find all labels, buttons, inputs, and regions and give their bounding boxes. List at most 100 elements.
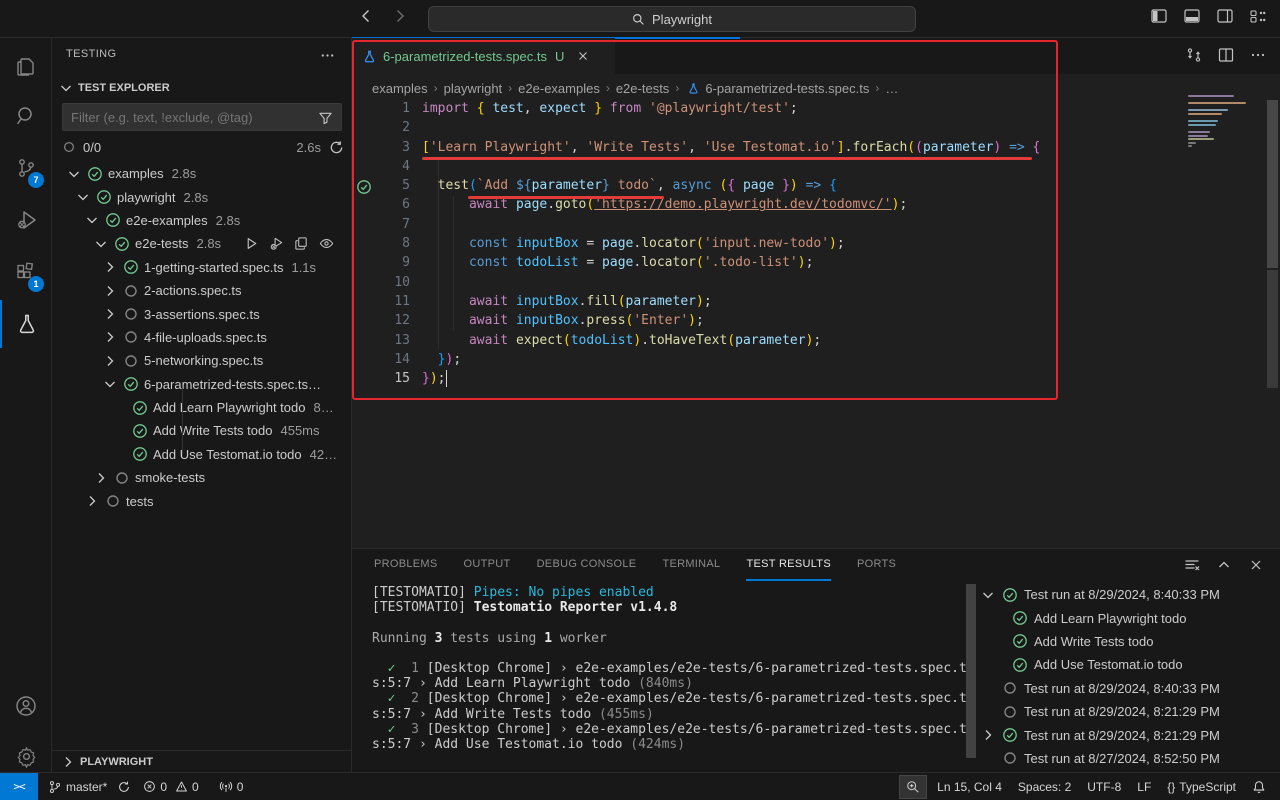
code-line-7[interactable] (422, 215, 1040, 234)
breadcrumb[interactable]: examples›playwright›e2e-examples›e2e-tes… (372, 78, 898, 98)
open-changes-icon[interactable] (1186, 47, 1202, 63)
testing-icon[interactable] (0, 300, 52, 348)
cursor-position-item[interactable]: Ln 15, Col 4 (931, 780, 1008, 794)
breadcrumb-item[interactable]: e2e-tests (616, 81, 669, 96)
eol-item[interactable]: LF (1131, 780, 1157, 794)
more-actions-icon[interactable] (1250, 47, 1266, 63)
tree-item-5-networking-spec-ts[interactable]: 5-networking.spec.ts (52, 349, 352, 372)
code-line-5[interactable]: test(`Add ${parameter} todo`, async ({ p… (422, 176, 1040, 195)
panel-tab-debug-console[interactable]: DEBUG CONSOLE (537, 549, 637, 581)
panel-tab-test-results[interactable]: TEST RESULTS (746, 549, 831, 581)
test-run-item[interactable]: Add Write Tests todo (980, 630, 1280, 653)
code-line-4[interactable] (422, 157, 1040, 176)
filter-input[interactable] (71, 110, 318, 125)
toggle-panel-icon[interactable] (1184, 8, 1201, 24)
test-results-output[interactable]: [TESTOMATIO] Pipes: No pipes enabled[TES… (372, 585, 972, 752)
breadcrumb-item[interactable]: playwright (444, 81, 503, 96)
test-pass-gutter-icon[interactable] (356, 179, 372, 195)
panel-tab-ports[interactable]: PORTS (857, 549, 896, 581)
panel-tab-output[interactable]: OUTPUT (464, 549, 511, 581)
breadcrumb-item[interactable]: … (885, 81, 898, 96)
tree-item-e2e-tests[interactable]: e2e-tests2.8s (52, 232, 352, 255)
tree-item-3-assertions-spec-ts[interactable]: 3-assertions.spec.ts (52, 302, 352, 325)
search-sidebar-icon[interactable] (0, 92, 52, 140)
back-arrow-icon[interactable] (358, 8, 374, 24)
close-tab-icon[interactable] (576, 49, 590, 63)
status-bar: >< master* 0 0 0 Ln 15, Col 4 Spaces: 2 … (0, 772, 1280, 800)
indentation-item[interactable]: Spaces: 2 (1012, 780, 1077, 794)
panel-tab-problems[interactable]: PROBLEMS (374, 549, 438, 581)
tree-item-add-write-tests-todo[interactable]: Add Write Tests todo455ms (52, 419, 352, 442)
editor-scrollbar-track[interactable] (1267, 270, 1278, 388)
test-run-item[interactable]: Add Use Testomat.io todo (980, 653, 1280, 676)
panel-tab-terminal[interactable]: TERMINAL (662, 549, 720, 581)
tree-item-playwright[interactable]: playwright2.8s (52, 185, 352, 208)
maximize-panel-icon[interactable] (1216, 557, 1232, 573)
toggle-secondary-sidebar-icon[interactable] (1217, 8, 1234, 24)
code-line-3[interactable]: ['Learn Playwright', 'Write Tests', 'Use… (422, 138, 1040, 157)
ports-item[interactable]: 0 (213, 780, 250, 794)
git-branch-item[interactable]: master* (42, 780, 137, 794)
test-run-item[interactable]: Test run at 8/29/2024, 8:21:29 PM (980, 700, 1280, 723)
test-run-item[interactable]: Test run at 8/29/2024, 8:21:29 PM (980, 723, 1280, 746)
accounts-icon[interactable] (0, 682, 52, 730)
zoom-indicator[interactable] (899, 775, 927, 799)
code-line-10[interactable] (422, 273, 1040, 292)
code-line-15[interactable]: }); (422, 369, 1040, 388)
test-run-item[interactable]: Test run at 8/27/2024, 8:52:50 PM (980, 747, 1280, 770)
code-line-6[interactable]: await page.goto('https://demo.playwright… (422, 195, 1040, 214)
encoding-item[interactable]: UTF-8 (1081, 780, 1127, 794)
code-line-13[interactable]: await expect(todoList).toHaveText(parame… (422, 331, 1040, 350)
test-run-item[interactable]: Test run at 8/29/2024, 8:40:33 PM (980, 677, 1280, 700)
code-line-14[interactable]: }); (422, 350, 1040, 369)
tab-6-parametrized-tests[interactable]: 6-parametrized-tests.spec.ts U (352, 38, 615, 74)
tree-item-add-learn-playwright-todo[interactable]: Add Learn Playwright todo8… (52, 396, 352, 419)
split-editor-icon[interactable] (1218, 47, 1234, 63)
problems-item[interactable]: 0 0 (137, 780, 204, 794)
close-panel-icon[interactable] (1248, 557, 1264, 573)
refresh-icon[interactable] (329, 140, 344, 155)
tree-item-e2e-examples[interactable]: e2e-examples2.8s (52, 209, 352, 232)
tree-item-examples[interactable]: examples2.8s (52, 162, 352, 185)
breadcrumb-item[interactable]: 6-parametrized-tests.spec.ts (685, 80, 869, 96)
code-line-2[interactable] (422, 118, 1040, 137)
tree-item-4-file-uploads-spec-ts[interactable]: 4-file-uploads.spec.ts (52, 326, 352, 349)
breadcrumb-item[interactable]: examples (372, 81, 428, 96)
minimap[interactable] (1188, 95, 1250, 149)
tree-item-smoke-tests[interactable]: smoke-tests (52, 466, 352, 489)
forward-arrow-icon[interactable] (392, 8, 408, 24)
code-line-8[interactable]: const inputBox = page.locator('input.new… (422, 234, 1040, 253)
toggle-primary-sidebar-icon[interactable] (1151, 8, 1168, 24)
test-filter-input[interactable] (62, 103, 342, 131)
editor-scrollbar-thumb[interactable] (1267, 100, 1278, 268)
tree-item-add-use-testomat-io-todo[interactable]: Add Use Testomat.io todo42… (52, 443, 352, 466)
run-debug-icon[interactable] (0, 196, 52, 244)
notifications-bell-item[interactable] (1246, 780, 1272, 794)
clear-output-icon[interactable] (1184, 557, 1200, 573)
source-control-icon[interactable]: 7 (0, 144, 52, 192)
tree-item-tests[interactable]: tests (52, 489, 352, 512)
code-line-1[interactable]: import { test, expect } from '@playwrigh… (422, 99, 1040, 118)
remote-indicator[interactable]: >< (0, 773, 38, 800)
explorer-icon[interactable] (0, 42, 52, 90)
output-scrollbar-thumb[interactable] (966, 584, 976, 758)
code-area[interactable]: import { test, expect } from '@playwrigh… (422, 99, 1040, 388)
filter-funnel-icon[interactable] (318, 110, 333, 125)
code-line-11[interactable]: await inputBox.fill(parameter); (422, 292, 1040, 311)
language-mode-item[interactable]: {} TypeScript (1161, 780, 1242, 794)
extensions-icon[interactable]: 1 (0, 248, 52, 296)
code-line-9[interactable]: const todoList = page.locator('.todo-lis… (422, 253, 1040, 272)
playwright-section-header[interactable]: PLAYWRIGHT (52, 750, 352, 772)
code-line-12[interactable]: await inputBox.press('Enter'); (422, 311, 1040, 330)
customize-layout-icon[interactable] (1250, 8, 1266, 24)
test-explorer-section-header[interactable]: TEST EXPLORER (58, 80, 170, 96)
sidebar-more-actions-icon[interactable] (320, 48, 335, 63)
test-run-item[interactable]: Add Learn Playwright todo (980, 606, 1280, 629)
tree-item-2-actions-spec-ts[interactable]: 2-actions.spec.ts (52, 279, 352, 302)
command-center-search[interactable]: Playwright (428, 6, 916, 32)
tree-item-6-parametrized-tests-spec-ts-[interactable]: 6-parametrized-tests.spec.ts… (52, 373, 352, 396)
sync-icon[interactable] (117, 780, 131, 794)
tree-item-1-getting-started-spec-ts[interactable]: 1-getting-started.spec.ts1.1s (52, 256, 352, 279)
test-run-item[interactable]: Test run at 8/29/2024, 8:40:33 PM (980, 583, 1280, 606)
breadcrumb-item[interactable]: e2e-examples (518, 81, 600, 96)
